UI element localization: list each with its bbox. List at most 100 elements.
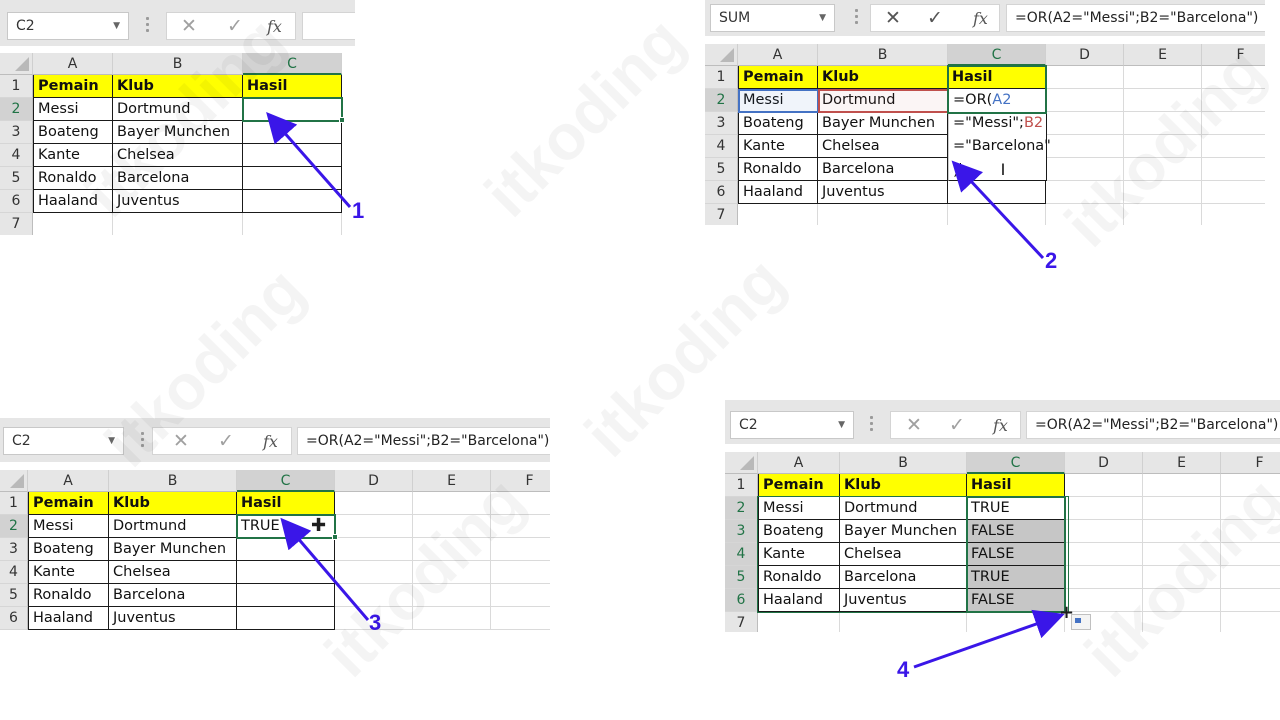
row-header-4[interactable]: 4 [725, 543, 758, 566]
cell[interactable] [1143, 497, 1221, 520]
cell[interactable] [1202, 204, 1265, 225]
column-header-B[interactable]: B [113, 53, 243, 75]
formula-bar[interactable]: =OR(A2="Messi";B2="Barcelona") [1026, 411, 1280, 439]
cell[interactable] [1065, 497, 1143, 520]
dropdown-icon[interactable]: ▼ [819, 5, 826, 31]
cell[interactable] [413, 492, 491, 515]
table-cell[interactable]: Bayer Munchen [109, 538, 237, 561]
row-header-7[interactable]: 7 [0, 213, 33, 235]
cell[interactable] [413, 607, 491, 630]
cell[interactable] [491, 515, 550, 538]
table-header-cell[interactable]: Klub [109, 492, 237, 515]
cell[interactable] [413, 515, 491, 538]
column-header-C[interactable]: C [243, 53, 342, 75]
result-cell[interactable] [243, 190, 342, 213]
table-cell[interactable]: Boateng [28, 538, 109, 561]
column-header-A[interactable]: A [738, 44, 818, 66]
cell[interactable] [413, 584, 491, 607]
cell[interactable] [1124, 181, 1202, 204]
result-cell[interactable]: FALSE [967, 520, 1065, 543]
column-header-B[interactable]: B [818, 44, 948, 66]
cell[interactable] [1046, 135, 1124, 158]
table-cell[interactable]: Messi [758, 497, 840, 520]
cell[interactable] [1221, 520, 1280, 543]
table-cell[interactable]: Ronaldo [758, 566, 840, 589]
cell-edit-box[interactable]: =OR(A2 ="Messi";B2 ="Barcelona") I [948, 89, 1051, 181]
result-cell[interactable] [237, 538, 335, 561]
cell[interactable] [491, 561, 550, 584]
result-cell[interactable] [948, 181, 1046, 204]
row-header-5[interactable]: 5 [0, 167, 33, 190]
row-header-3[interactable]: 3 [725, 520, 758, 543]
column-header-E[interactable]: E [1143, 452, 1221, 474]
formula-bar[interactable]: =OR(A2="Messi";B2="Barcelona") [297, 427, 550, 455]
cell[interactable] [335, 515, 413, 538]
cell[interactable] [491, 538, 550, 561]
column-header-B[interactable]: B [109, 470, 237, 492]
table-cell[interactable]: Ronaldo [738, 158, 818, 181]
column-header-D[interactable]: D [1065, 452, 1143, 474]
table-cell[interactable]: Kante [33, 144, 113, 167]
column-header-D[interactable]: D [335, 470, 413, 492]
cell[interactable] [1221, 474, 1280, 497]
table-header-cell[interactable]: Pemain [738, 66, 818, 89]
cell[interactable] [113, 213, 243, 235]
table-header-cell[interactable]: Klub [113, 75, 243, 98]
cell[interactable] [491, 584, 550, 607]
table-cell[interactable]: Bayer Munchen [840, 520, 967, 543]
cell[interactable] [948, 204, 1046, 225]
column-header-C[interactable]: C [967, 452, 1065, 474]
table-cell[interactable]: Haaland [28, 607, 109, 630]
cell[interactable] [1221, 497, 1280, 520]
cell[interactable] [335, 561, 413, 584]
row-header-6[interactable]: 6 [0, 190, 33, 213]
cell[interactable] [1202, 66, 1265, 89]
cell[interactable] [1202, 135, 1265, 158]
table-cell[interactable]: Barcelona [109, 584, 237, 607]
table-cell[interactable]: Boateng [758, 520, 840, 543]
table-cell[interactable]: Haaland [758, 589, 840, 612]
cell[interactable] [1065, 543, 1143, 566]
cell[interactable] [335, 492, 413, 515]
table-cell[interactable]: Kante [28, 561, 109, 584]
auto-fill-options-icon[interactable] [1071, 614, 1091, 630]
table-cell[interactable]: Bayer Munchen [113, 121, 243, 144]
result-cell[interactable] [237, 561, 335, 584]
result-cell[interactable] [243, 98, 342, 121]
formula-bar[interactable] [302, 12, 355, 40]
table-header-cell[interactable]: Hasil [967, 474, 1065, 497]
insert-function-icon[interactable]: fx [267, 17, 282, 36]
column-header-A[interactable]: A [28, 470, 109, 492]
cell[interactable] [413, 561, 491, 584]
cell[interactable] [1124, 158, 1202, 181]
table-cell[interactable]: Barcelona [818, 158, 948, 181]
cell[interactable] [1124, 135, 1202, 158]
result-cell[interactable] [237, 607, 335, 630]
row-header-3[interactable]: 3 [0, 121, 33, 144]
column-header-F[interactable]: F [1221, 452, 1280, 474]
table-header-cell[interactable]: Pemain [758, 474, 840, 497]
column-header-A[interactable]: A [758, 452, 840, 474]
table-cell[interactable]: Ronaldo [33, 167, 113, 190]
column-header-C[interactable]: C [237, 470, 335, 492]
table-cell[interactable]: Bayer Munchen [818, 112, 948, 135]
cancel-icon[interactable]: ✕ [173, 430, 189, 452]
column-header-B[interactable]: B [840, 452, 967, 474]
cell[interactable] [33, 213, 113, 235]
row-header-2[interactable]: 2 [705, 89, 738, 112]
table-cell[interactable]: Dortmund [113, 98, 243, 121]
column-header-F[interactable]: F [1202, 44, 1265, 66]
row-header-5[interactable]: 5 [0, 584, 28, 607]
table-cell[interactable]: Chelsea [113, 144, 243, 167]
cell[interactable] [1046, 66, 1124, 89]
cell[interactable] [1221, 543, 1280, 566]
cell[interactable] [1124, 89, 1202, 112]
insert-function-icon[interactable]: fx [973, 9, 988, 28]
table-cell[interactable]: Juventus [113, 190, 243, 213]
insert-function-icon[interactable]: fx [993, 416, 1008, 435]
column-header-E[interactable]: E [1124, 44, 1202, 66]
cell[interactable] [758, 612, 840, 632]
table-cell[interactable]: Dortmund [109, 515, 237, 538]
table-cell[interactable]: Juventus [840, 589, 967, 612]
cell[interactable] [1221, 612, 1280, 632]
